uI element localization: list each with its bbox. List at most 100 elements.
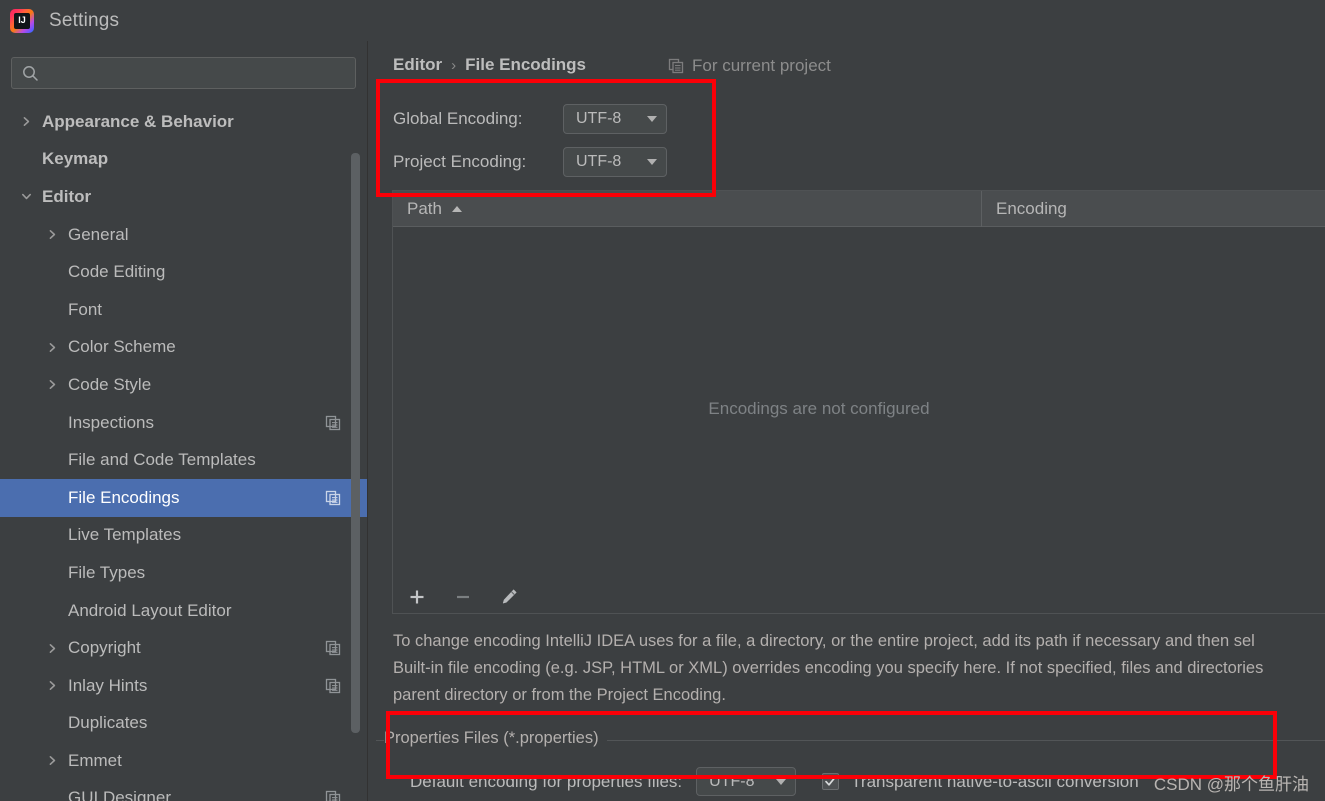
breadcrumb-separator-icon: › (451, 56, 457, 74)
sidebar-item-code-style[interactable]: Code Style (0, 366, 367, 404)
breadcrumb-parent[interactable]: Editor (393, 55, 442, 75)
window-title: Settings (49, 9, 120, 31)
sidebar-item-copyright[interactable]: Copyright (0, 629, 367, 667)
sidebar-item-label: Duplicates (68, 713, 148, 733)
chevron-right-icon[interactable] (44, 753, 60, 769)
main-panel: Editor › File Encodings For current proj… (368, 41, 1325, 801)
table-empty-message: Encodings are not configured (708, 399, 930, 418)
scope-indicator: For current project (668, 56, 831, 76)
copy-badge-icon (325, 415, 341, 431)
properties-files-group-title: Properties Files (*.properties) (384, 729, 607, 748)
project-encoding-value: UTF-8 (576, 153, 622, 170)
global-encoding-value: UTF-8 (576, 110, 622, 127)
copy-badge-icon (325, 640, 341, 656)
default-properties-encoding-dropdown[interactable]: UTF-8 (696, 767, 797, 796)
search-icon (22, 65, 39, 82)
chevron-right-icon[interactable] (44, 377, 60, 393)
sidebar-item-label: File Encodings (68, 487, 180, 507)
sidebar-item-inlay-hints[interactable]: Inlay Hints (0, 667, 367, 705)
sidebar-item-inspections[interactable]: Inspections (0, 404, 367, 442)
sidebar-scrollbar-track[interactable] (351, 103, 360, 801)
column-header-path[interactable]: Path (393, 191, 981, 227)
sidebar-item-label: Color Scheme (68, 337, 176, 357)
sidebar-item-appearance-behavior[interactable]: Appearance & Behavior (0, 103, 367, 141)
sidebar-item-live-templates[interactable]: Live Templates (0, 517, 367, 555)
remove-encoding-button[interactable] (449, 584, 477, 610)
sidebar-item-keymap[interactable]: Keymap (0, 141, 367, 179)
sidebar-item-label: Editor (42, 186, 92, 206)
chevron-down-icon[interactable] (18, 189, 34, 205)
search-box[interactable] (11, 57, 356, 89)
sidebar-item-editor[interactable]: Editor (0, 178, 367, 216)
default-properties-encoding-label: Default encoding for properties files: (410, 771, 683, 791)
sidebar-item-label: Code Style (68, 374, 152, 394)
copy-badge-icon (325, 678, 341, 694)
table-body: Encodings are not configured (393, 227, 1325, 581)
column-header-path-label: Path (407, 198, 442, 218)
sidebar-item-label: General (68, 224, 129, 244)
sidebar-item-emmet[interactable]: Emmet (0, 742, 367, 780)
column-header-encoding[interactable]: Encoding (981, 190, 1325, 227)
chevron-down-icon (776, 778, 787, 785)
sidebar-item-label: Code Editing (68, 262, 166, 282)
description-line-2: Built-in file encoding (e.g. JSP, HTML o… (393, 659, 1264, 677)
description-line-1: To change encoding IntelliJ IDEA uses fo… (393, 632, 1255, 650)
chevron-right-icon[interactable] (18, 114, 34, 130)
sidebar-item-file-and-code-templates[interactable]: File and Code Templates (0, 441, 367, 479)
sidebar-item-label: GUI Designer (68, 788, 171, 801)
intellij-idea-logo-icon: IJ (10, 8, 34, 33)
sidebar-item-label: Android Layout Editor (68, 600, 232, 620)
chevron-right-icon[interactable] (44, 339, 60, 355)
project-encoding-label: Project Encoding: (393, 152, 527, 171)
chevron-right-icon[interactable] (44, 640, 60, 656)
settings-tree: Appearance & Behavior Keymap Editor General… (0, 103, 367, 801)
sidebar-item-duplicates[interactable]: Duplicates (0, 705, 367, 743)
chevron-right-icon[interactable] (44, 678, 60, 694)
chevron-down-icon (647, 159, 657, 165)
add-encoding-button[interactable] (403, 584, 431, 610)
scope-label[interactable]: For current project (692, 56, 831, 76)
title-bar: IJ Settings (0, 0, 1325, 41)
global-encoding-row: Global Encoding: UTF-8 (393, 104, 667, 134)
sidebar-item-label: Inspections (68, 412, 154, 432)
transparent-conversion-checkbox-wrapper[interactable]: Transparent native-to-ascii conversion (822, 772, 1139, 792)
transparent-conversion-checkbox[interactable] (822, 773, 840, 790)
sidebar-item-label: Appearance & Behavior (42, 111, 234, 131)
chevron-down-icon (647, 116, 657, 122)
sidebar-item-code-editing[interactable]: Code Editing (0, 253, 367, 291)
sidebar-item-color-scheme[interactable]: Color Scheme (0, 329, 367, 367)
edit-encoding-button[interactable] (495, 584, 523, 610)
sidebar-item-label: Emmet (68, 750, 122, 770)
sidebar-item-label: Live Templates (68, 525, 182, 545)
watermark: CSDN @那个鱼肝油 (1153, 775, 1309, 794)
column-header-encoding-label: Encoding (996, 198, 1067, 218)
project-encoding-row: Project Encoding: UTF-8 (393, 147, 667, 177)
breadcrumb-current: File Encodings (465, 55, 587, 74)
sidebar-item-label: File Types (68, 562, 146, 582)
sidebar-item-android-layout-editor[interactable]: Android Layout Editor (0, 592, 367, 630)
copy-badge-icon (325, 790, 341, 801)
project-encoding-dropdown[interactable]: UTF-8 (563, 147, 667, 177)
properties-files-group-body: Default encoding for properties files: U… (376, 767, 1139, 796)
sidebar-scrollbar-thumb[interactable] (351, 153, 360, 733)
sidebar-item-label: Inlay Hints (68, 675, 148, 695)
sidebar-item-file-types[interactable]: File Types (0, 554, 367, 592)
search-input[interactable] (47, 64, 355, 82)
breadcrumb: Editor › File Encodings (393, 55, 586, 75)
sidebar-item-general[interactable]: General (0, 216, 367, 254)
chevron-right-icon[interactable] (44, 227, 60, 243)
description-line-3: parent directory or from the Project Enc… (393, 686, 726, 704)
table-toolbar (392, 581, 1325, 614)
sidebar-item-gui-designer[interactable]: GUI Designer (0, 780, 367, 801)
sidebar-item-font[interactable]: Font (0, 291, 367, 329)
sidebar-item-label: Copyright (68, 638, 141, 658)
encodings-table: Path Encoding Encodings are not configur… (392, 190, 1325, 582)
sidebar-item-file-encodings[interactable]: File Encodings (0, 478, 367, 517)
sidebar-item-label: Keymap (42, 149, 109, 169)
global-encoding-dropdown[interactable]: UTF-8 (563, 104, 667, 134)
description-text: To change encoding IntelliJ IDEA uses fo… (393, 628, 1325, 709)
transparent-conversion-label: Transparent native-to-ascii conversion (851, 771, 1139, 791)
copy-badge-icon (668, 58, 684, 74)
settings-dialog: IJ Settings Appearance & Behavior Keymap E… (0, 0, 1325, 801)
default-properties-encoding-value: UTF-8 (709, 772, 755, 790)
